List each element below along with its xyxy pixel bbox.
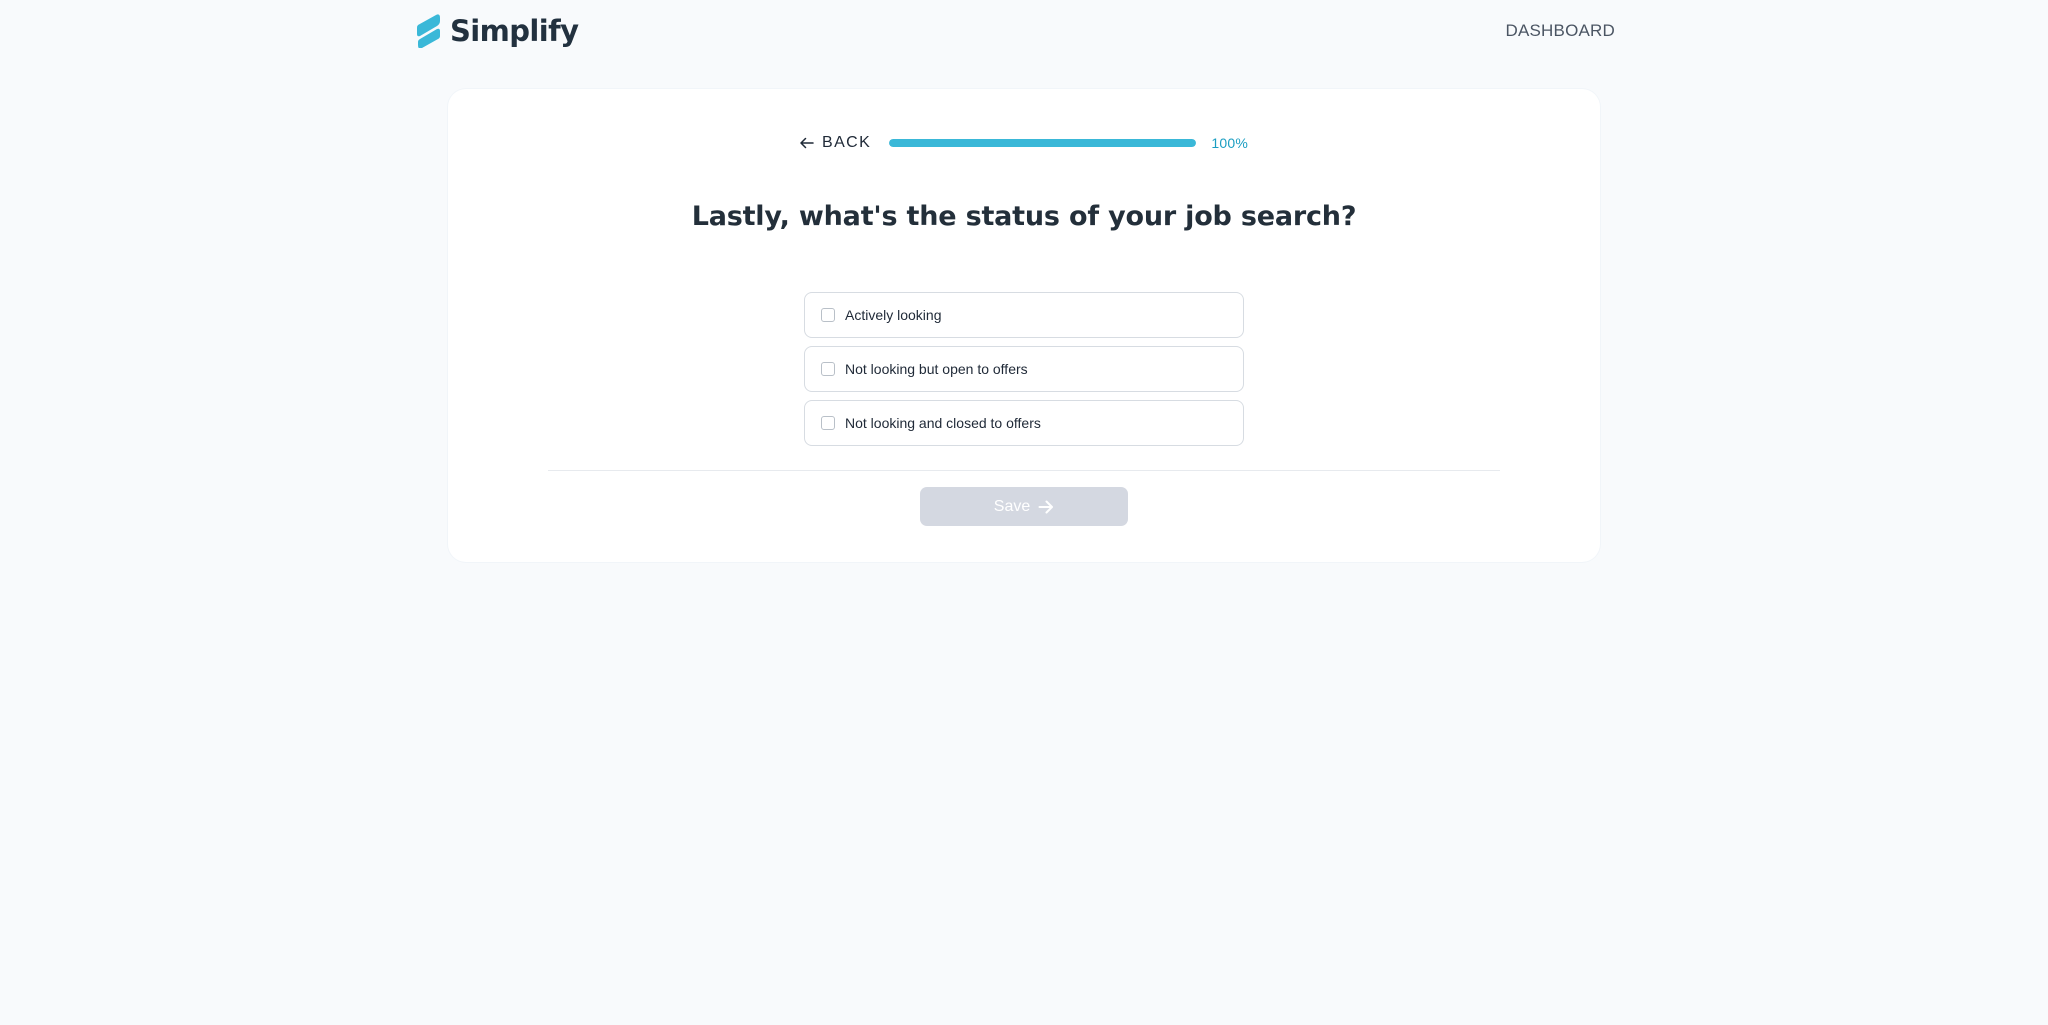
progress-percent: 100% [1211,135,1248,151]
simplify-logo-icon [417,14,440,48]
save-button-label: Save [993,497,1031,515]
save-button[interactable]: Save [920,487,1128,526]
option-checkbox[interactable] [821,362,835,376]
arrow-left-icon [800,137,814,149]
option-label: Actively looking [845,307,942,323]
top-navigation: Simplify DASHBOARD [0,0,2048,64]
dashboard-link[interactable]: DASHBOARD [1506,19,1616,43]
arrow-right-icon [1038,500,1054,513]
option-open-to-offers[interactable]: Not looking but open to offers [804,346,1244,392]
job-search-status-card: BACK 100% Lastly, what's the status of y… [448,89,1600,562]
section-divider [548,470,1500,471]
status-options: Actively looking Not looking but open to… [804,292,1244,454]
option-actively-looking[interactable]: Actively looking [804,292,1244,338]
option-label: Not looking but open to offers [845,361,1028,377]
option-label: Not looking and closed to offers [845,415,1041,431]
option-checkbox[interactable] [821,308,835,322]
progress-bar [889,139,1197,147]
progress-bar-fill [889,139,1197,147]
option-checkbox[interactable] [821,416,835,430]
option-closed-to-offers[interactable]: Not looking and closed to offers [804,400,1244,446]
page-title: Lastly, what's the status of your job se… [691,201,1357,232]
back-button-label: BACK [822,134,872,151]
brand[interactable]: Simplify [416,14,579,48]
back-button[interactable]: BACK [800,133,871,153]
brand-name: Simplify [450,14,579,48]
progress-header: BACK 100% [800,131,1248,155]
